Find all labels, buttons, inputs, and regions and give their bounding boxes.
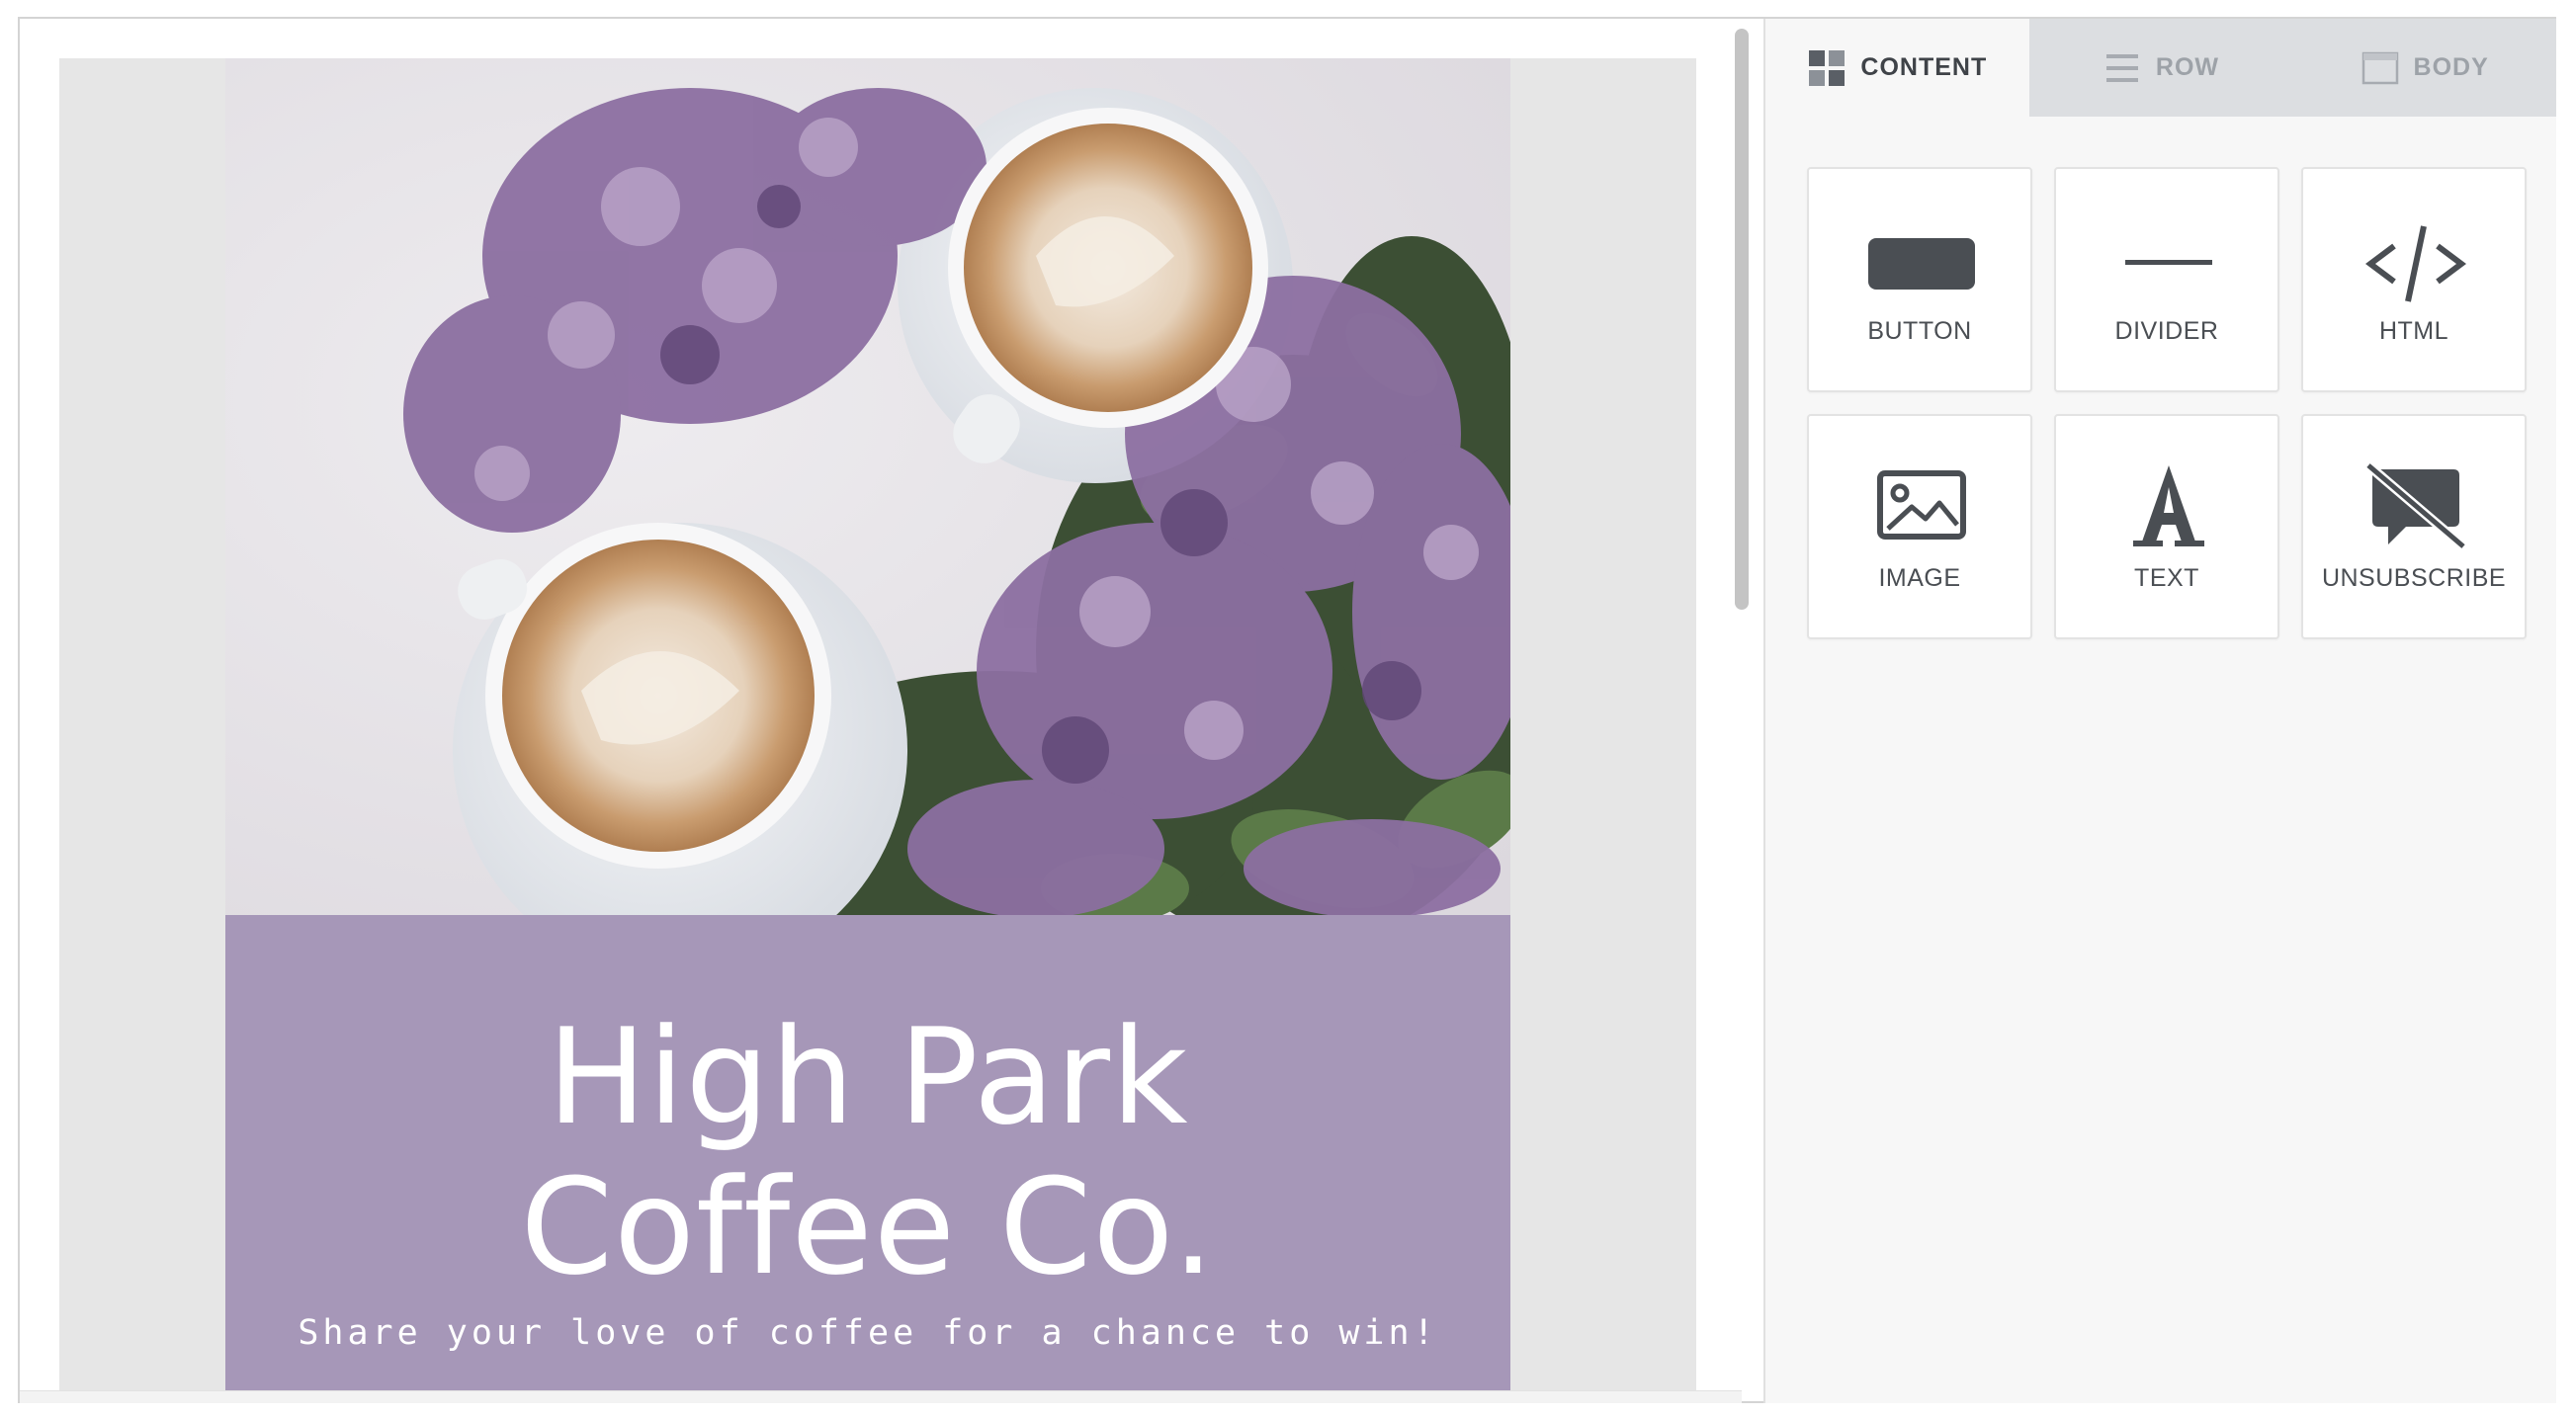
tab-content[interactable]: CONTENT	[1765, 19, 2029, 117]
tab-row-label: ROW	[2155, 53, 2220, 81]
hero-image[interactable]	[225, 58, 1510, 915]
email-editor-frame: High Park Coffee Co. Share your love of …	[18, 17, 2556, 1403]
canvas-scrollbar[interactable]	[1730, 23, 1754, 1390]
title-line-2: Coffee Co.	[520, 1150, 1216, 1304]
email-preview[interactable]: High Park Coffee Co. Share your love of …	[225, 58, 1510, 1390]
block-unsubscribe[interactable]: UNSUBSCRIBE	[2301, 414, 2527, 639]
block-html-label: HTML	[2378, 317, 2449, 345]
tab-content-label: CONTENT	[1860, 53, 1988, 81]
body-window-icon	[2361, 51, 2398, 84]
editor-canvas[interactable]: High Park Coffee Co. Share your love of …	[59, 58, 1696, 1390]
email-title[interactable]: High Park Coffee Co.	[225, 1002, 1510, 1302]
block-divider-label: DIVIDER	[2114, 317, 2219, 345]
content-blocks-grid: BUTTON DIVIDER HTML IMAGE TEXT UNSUBSCRI…	[1807, 167, 2527, 639]
tab-body-label: BODY	[2413, 53, 2489, 81]
rows-icon	[2105, 53, 2138, 82]
block-html[interactable]: HTML	[2301, 167, 2527, 392]
block-text[interactable]: TEXT	[2054, 414, 2279, 639]
title-line-1: High Park	[547, 1000, 1189, 1154]
block-image[interactable]: IMAGE	[1807, 414, 2032, 639]
panel-tabs: CONTENT ROW BODY	[1765, 19, 2556, 117]
block-image-label: IMAGE	[1878, 564, 1961, 592]
button-icon	[1868, 238, 1975, 290]
image-icon	[1877, 470, 1966, 540]
scrollbar-thumb[interactable]	[1735, 29, 1749, 610]
block-text-label: TEXT	[2134, 564, 2199, 592]
email-tagline[interactable]: Share your love of coffee for a chance t…	[225, 1313, 1510, 1353]
divider-icon	[2125, 260, 2212, 265]
content-grid-icon	[1809, 49, 1846, 86]
canvas-bottom-strip	[20, 1390, 1742, 1403]
block-button-label: BUTTON	[1867, 317, 1972, 345]
block-unsubscribe-label: UNSUBSCRIBE	[2321, 564, 2507, 592]
tab-body[interactable]: BODY	[2292, 19, 2556, 117]
code-icon	[2365, 225, 2466, 302]
tab-row[interactable]: ROW	[2028, 19, 2293, 117]
block-divider[interactable]: DIVIDER	[2054, 167, 2279, 392]
text-icon	[2133, 465, 2204, 546]
unsubscribe-icon	[2364, 461, 2467, 550]
block-button[interactable]: BUTTON	[1807, 167, 2032, 392]
properties-panel: CONTENT ROW BODY BUTTON DIVIDER HTML IMA…	[1765, 19, 2556, 1403]
